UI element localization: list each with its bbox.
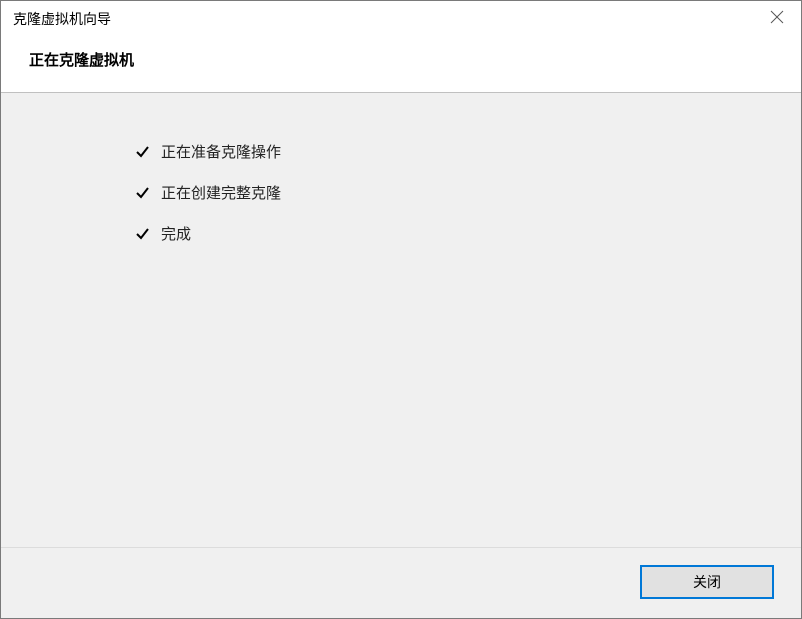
close-icon: [770, 10, 784, 29]
step-item: 完成: [135, 223, 801, 244]
step-item: 正在创建完整克隆: [135, 182, 801, 203]
progress-step-list: 正在准备克隆操作 正在创建完整克隆 完成: [135, 141, 801, 244]
step-label: 正在准备克隆操作: [161, 141, 281, 162]
window-close-button[interactable]: [753, 1, 801, 37]
close-button-label: 关闭: [693, 572, 721, 592]
checkmark-icon: [135, 145, 149, 159]
step-label: 正在创建完整克隆: [161, 182, 281, 203]
checkmark-icon: [135, 227, 149, 241]
dialog-subtitle: 正在克隆虚拟机: [29, 49, 801, 70]
dialog-content: 正在准备克隆操作 正在创建完整克隆 完成: [1, 93, 801, 547]
close-button[interactable]: 关闭: [641, 566, 773, 598]
window-title: 克隆虚拟机向导: [13, 9, 111, 29]
checkmark-icon: [135, 186, 149, 200]
titlebar: 克隆虚拟机向导: [1, 1, 801, 37]
step-item: 正在准备克隆操作: [135, 141, 801, 162]
dialog-header: 正在克隆虚拟机: [1, 37, 801, 93]
clone-vm-wizard-dialog: 克隆虚拟机向导 正在克隆虚拟机 正在准备克隆操作: [0, 0, 802, 619]
dialog-footer: 关闭: [1, 547, 801, 618]
step-label: 完成: [161, 223, 191, 244]
